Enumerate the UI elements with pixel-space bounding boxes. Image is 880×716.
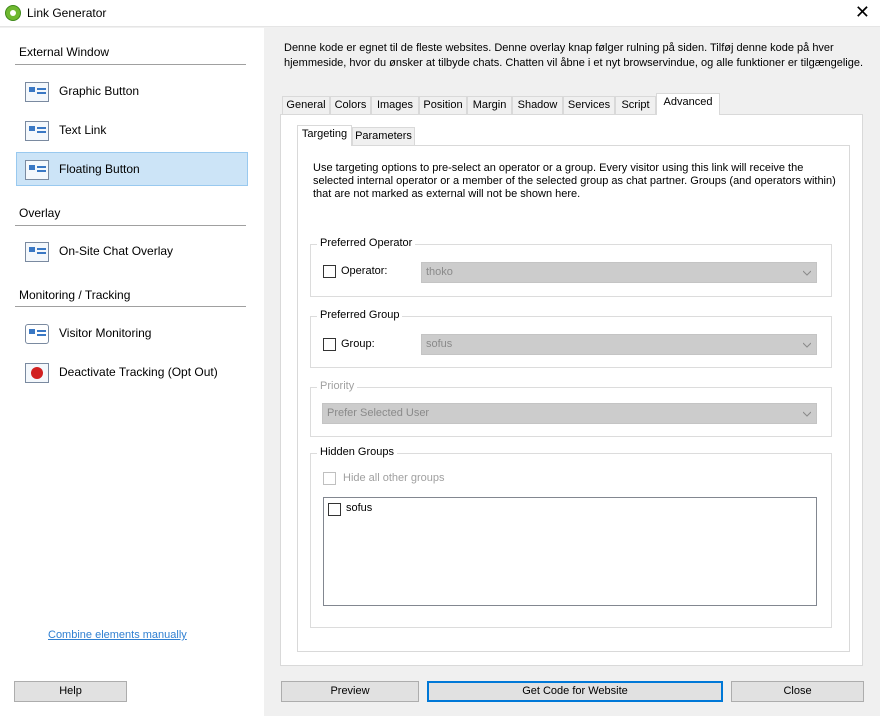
- tab-script[interactable]: Script: [615, 96, 656, 115]
- section-external-window: External Window: [19, 45, 110, 59]
- visitor-monitoring-icon: [25, 324, 49, 344]
- sidebar-item-visitor-monitoring[interactable]: Visitor Monitoring: [16, 316, 248, 350]
- close-button[interactable]: Close: [731, 681, 864, 702]
- tab-position[interactable]: Position: [419, 96, 467, 115]
- subtab-targeting[interactable]: Targeting: [297, 125, 352, 146]
- chevron-down-icon: [803, 270, 811, 276]
- tab-services[interactable]: Services: [563, 96, 615, 115]
- graphic-button-icon: [25, 82, 49, 102]
- sidebar-item-floating-button[interactable]: Floating Button: [16, 152, 248, 186]
- sidebar-item-opt-out[interactable]: Deactivate Tracking (Opt Out): [16, 355, 248, 389]
- sidebar-item-label: Visitor Monitoring: [59, 326, 152, 340]
- sidebar-item-text-link[interactable]: Text Link: [16, 113, 248, 147]
- sidebar-item-label: Text Link: [59, 123, 107, 137]
- hidden-groups-list[interactable]: sofus: [323, 497, 817, 606]
- text-link-icon: [25, 121, 49, 141]
- preferred-operator-title: Preferred Operator: [317, 237, 416, 249]
- operator-select-value: thoko: [426, 266, 453, 278]
- close-window-icon[interactable]: ✕: [855, 3, 870, 21]
- list-item-checkbox[interactable]: [328, 503, 341, 516]
- tab-general[interactable]: General: [282, 96, 330, 115]
- hidden-groups-title: Hidden Groups: [317, 446, 397, 458]
- help-button[interactable]: Help: [14, 681, 127, 702]
- tab-margin[interactable]: Margin: [467, 96, 512, 115]
- window-title: Link Generator: [27, 6, 107, 20]
- operator-checkbox[interactable]: [323, 265, 336, 278]
- title-bar: Link Generator ✕: [0, 0, 880, 27]
- group-checkbox[interactable]: [323, 338, 336, 351]
- preview-button[interactable]: Preview: [281, 681, 419, 702]
- hide-all-checkbox[interactable]: [323, 472, 336, 485]
- get-code-button[interactable]: Get Code for Website: [427, 681, 723, 702]
- sidebar-item-label: Deactivate Tracking (Opt Out): [59, 365, 218, 379]
- chat-overlay-icon: [25, 242, 49, 262]
- opt-out-icon: [25, 363, 49, 383]
- chevron-down-icon: [803, 411, 811, 417]
- floating-button-icon: [25, 160, 49, 180]
- tab-images[interactable]: Images: [371, 96, 419, 115]
- divider: [15, 64, 246, 65]
- subtab-parameters[interactable]: Parameters: [352, 127, 415, 146]
- chevron-down-icon: [803, 342, 811, 348]
- priority-title: Priority: [317, 380, 358, 392]
- section-overlay: Overlay: [19, 206, 61, 220]
- tab-advanced[interactable]: Advanced: [656, 93, 720, 115]
- group-label: Group:: [341, 338, 375, 350]
- sidebar-item-label: Floating Button: [59, 162, 140, 176]
- priority-select[interactable]: Prefer Selected User: [322, 403, 817, 424]
- divider: [15, 306, 246, 307]
- sidebar-item-label: Graphic Button: [59, 84, 140, 98]
- sidebar-item-graphic-button[interactable]: Graphic Button: [16, 74, 248, 108]
- description-text: Denne kode er egnet til de fleste websit…: [284, 42, 864, 69]
- section-monitoring-tracking: Monitoring / Tracking: [19, 288, 131, 302]
- operator-label: Operator:: [341, 265, 388, 277]
- preferred-group-title: Preferred Group: [317, 309, 403, 321]
- divider: [15, 225, 246, 226]
- operator-select[interactable]: thoko: [421, 262, 817, 283]
- priority-select-value: Prefer Selected User: [327, 407, 430, 419]
- group-select-value: sofus: [426, 338, 453, 350]
- tab-shadow[interactable]: Shadow: [512, 96, 563, 115]
- app-logo-icon: [5, 5, 21, 21]
- sidebar-item-label: On-Site Chat Overlay: [59, 244, 174, 258]
- hide-all-label: Hide all other groups: [343, 472, 445, 484]
- combine-elements-link[interactable]: Combine elements manually: [48, 629, 187, 641]
- list-item-label: sofus: [346, 502, 373, 514]
- sidebar-item-chat-overlay[interactable]: On-Site Chat Overlay: [16, 234, 248, 268]
- group-select[interactable]: sofus: [421, 334, 817, 355]
- tab-colors[interactable]: Colors: [330, 96, 371, 115]
- targeting-intro-text: Use targeting options to pre-select an o…: [313, 162, 836, 200]
